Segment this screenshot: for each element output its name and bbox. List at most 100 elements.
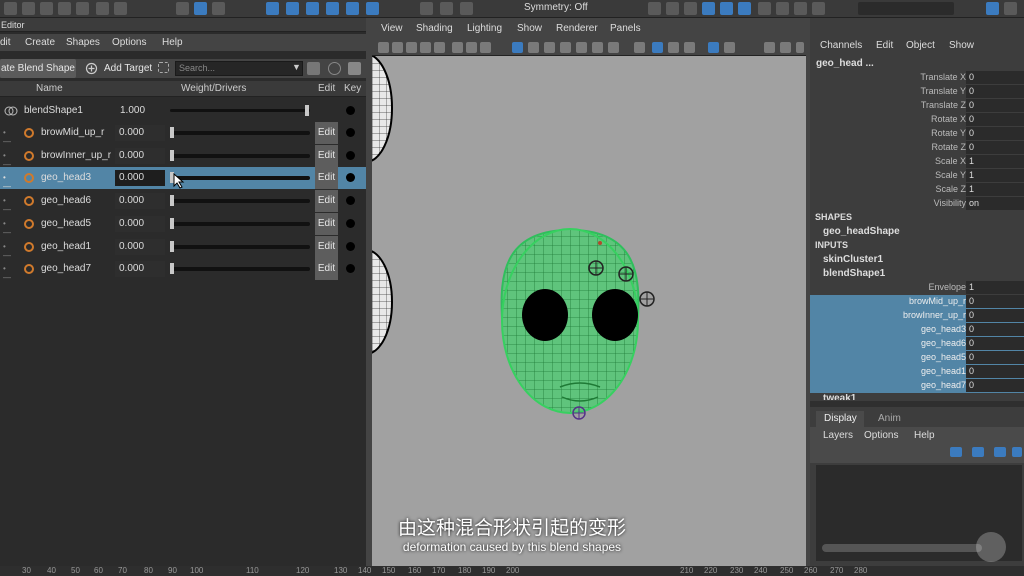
weight-slider-track[interactable] bbox=[170, 222, 310, 226]
shaded-icon[interactable] bbox=[544, 42, 555, 53]
paint-icon[interactable] bbox=[212, 2, 225, 15]
edit-button[interactable]: Edit bbox=[315, 236, 338, 258]
menu-edit[interactable]: Edit bbox=[876, 40, 893, 51]
tab-display[interactable]: Display bbox=[816, 411, 864, 427]
render-view-icon[interactable] bbox=[738, 2, 751, 15]
weight-slider-track[interactable] bbox=[170, 267, 310, 271]
weight-slider-thumb[interactable] bbox=[170, 195, 174, 206]
render-settings-icon[interactable] bbox=[702, 2, 715, 15]
target-row[interactable]: •— browInner_up_r 0.000 Edit bbox=[0, 145, 366, 169]
undo-icon[interactable] bbox=[96, 2, 109, 15]
target-row-selected[interactable]: •— geo_head3 0.000 Edit bbox=[0, 167, 366, 191]
attr-scale-z[interactable]: Scale Z1 bbox=[810, 183, 1024, 197]
attr-blend-target[interactable]: geo_head1 0 bbox=[810, 365, 1024, 379]
hypershade-icon[interactable] bbox=[720, 2, 733, 15]
create-blend-shape-button[interactable]: ate Blend Shape bbox=[0, 59, 76, 78]
wireframe-on-shaded-icon[interactable] bbox=[560, 42, 571, 53]
ambient-occlusion-icon[interactable] bbox=[764, 42, 775, 53]
key-button[interactable] bbox=[346, 128, 355, 137]
attr-visibility[interactable]: Visibility on bbox=[810, 197, 1024, 211]
snap-icon[interactable] bbox=[366, 2, 379, 15]
key-button[interactable] bbox=[346, 219, 355, 228]
weight-field[interactable]: 0.000 bbox=[115, 216, 165, 232]
menu-options[interactable]: Options bbox=[112, 37, 146, 48]
render-icon[interactable] bbox=[794, 2, 807, 15]
target-row[interactable]: •— geo_head6 0.000 Edit bbox=[0, 190, 366, 214]
weight-slider-track[interactable] bbox=[170, 154, 310, 158]
weight-slider-thumb[interactable] bbox=[305, 105, 309, 116]
shaded-icon[interactable] bbox=[668, 42, 679, 53]
lasso-icon[interactable] bbox=[194, 2, 207, 15]
snap-point-icon[interactable] bbox=[306, 2, 319, 15]
edit-button[interactable]: Edit bbox=[315, 145, 338, 167]
save-icon[interactable] bbox=[76, 2, 89, 15]
attr-envelope[interactable]: Envelope 1 bbox=[810, 281, 1024, 295]
render-icon[interactable] bbox=[758, 2, 771, 15]
menu-object[interactable]: Object bbox=[906, 40, 935, 51]
weight-field[interactable]: 0.000 bbox=[115, 193, 165, 209]
new-scene-icon[interactable] bbox=[22, 2, 35, 15]
menu-layers[interactable]: Layers bbox=[823, 430, 853, 441]
menu-options[interactable]: Options bbox=[864, 430, 898, 441]
attr-blend-target[interactable]: geo_head6 0 bbox=[810, 337, 1024, 351]
xray-icon[interactable] bbox=[634, 42, 645, 53]
attr-blend-target[interactable]: geo_head5 0 bbox=[810, 351, 1024, 365]
snap-grid-icon[interactable] bbox=[266, 2, 279, 15]
resolution-gate-icon[interactable] bbox=[480, 42, 491, 53]
attr-blend-target[interactable]: browMid_up_r 0 bbox=[810, 295, 1024, 309]
attr-translate-x[interactable]: Translate X0 bbox=[810, 71, 1024, 85]
search-input[interactable]: Search... bbox=[175, 61, 303, 76]
weight-slider-thumb[interactable] bbox=[170, 127, 174, 138]
attr-scale-y[interactable]: Scale Y1 bbox=[810, 169, 1024, 183]
blendshape-weight[interactable]: 1.000 bbox=[120, 105, 145, 116]
new-layer-icon[interactable] bbox=[994, 447, 1006, 457]
wireframe-icon[interactable] bbox=[528, 42, 539, 53]
attr-blend-target[interactable]: geo_head3 0 bbox=[810, 323, 1024, 337]
viewport-panel[interactable]: View Shading Lighting Show Renderer Pane… bbox=[372, 18, 806, 566]
menu-lighting[interactable]: Lighting bbox=[467, 23, 502, 34]
attr-rotate-y[interactable]: Rotate Y0 bbox=[810, 127, 1024, 141]
edit-button[interactable]: Edit bbox=[315, 190, 338, 212]
lights-icon[interactable] bbox=[592, 42, 603, 53]
select-tool-icon[interactable] bbox=[176, 2, 189, 15]
ipr-icon[interactable] bbox=[684, 2, 697, 15]
weight-slider-track[interactable] bbox=[170, 245, 310, 249]
menu-show[interactable]: Show bbox=[517, 23, 542, 34]
menu-show[interactable]: Show bbox=[949, 40, 974, 51]
history-icon[interactable] bbox=[420, 2, 433, 15]
input-node[interactable]: skinCluster1 bbox=[823, 254, 883, 265]
menu-shapes[interactable]: Shapes bbox=[66, 37, 100, 48]
key-button[interactable] bbox=[346, 106, 355, 115]
render-icon[interactable] bbox=[648, 2, 661, 15]
layer-move-up-icon[interactable] bbox=[950, 447, 962, 457]
command-field[interactable] bbox=[858, 2, 954, 15]
menu-panels[interactable]: Panels bbox=[610, 23, 641, 34]
key-button[interactable] bbox=[346, 151, 355, 160]
key-button[interactable] bbox=[346, 173, 355, 182]
workspace-icon[interactable] bbox=[1004, 2, 1017, 15]
weight-slider-thumb[interactable] bbox=[170, 150, 174, 161]
weight-slider-thumb[interactable] bbox=[170, 241, 174, 252]
menu-renderer[interactable]: Renderer bbox=[556, 23, 598, 34]
menu-channels[interactable]: Channels bbox=[820, 40, 862, 51]
trash-icon[interactable] bbox=[348, 62, 361, 75]
attr-blend-target[interactable]: browInner_up_r 0 bbox=[810, 309, 1024, 323]
add-target-button[interactable]: Add Target bbox=[82, 59, 156, 78]
weight-field[interactable]: 0.000 bbox=[115, 125, 165, 141]
menu-shading[interactable]: Shading bbox=[416, 23, 453, 34]
refresh-icon[interactable] bbox=[328, 62, 341, 75]
target-row[interactable]: •— geo_head1 0.000 Edit bbox=[0, 236, 366, 260]
bookmark-icon[interactable] bbox=[420, 42, 431, 53]
select-icon[interactable] bbox=[4, 2, 17, 15]
weight-field[interactable]: 0.000 bbox=[115, 148, 165, 164]
attr-scale-x[interactable]: Scale X1 bbox=[810, 155, 1024, 169]
film-gate-icon[interactable] bbox=[466, 42, 477, 53]
weight-field[interactable]: 0.000 bbox=[115, 239, 165, 255]
key-button[interactable] bbox=[346, 264, 355, 273]
history-icon[interactable] bbox=[460, 2, 473, 15]
open-icon[interactable] bbox=[58, 2, 71, 15]
symmetry-dropdown[interactable]: Symmetry: Off bbox=[524, 2, 588, 13]
wireframe-on-shaded-icon[interactable] bbox=[652, 42, 663, 53]
menu-view[interactable]: View bbox=[381, 23, 403, 34]
motion-blur-icon[interactable] bbox=[780, 42, 791, 53]
